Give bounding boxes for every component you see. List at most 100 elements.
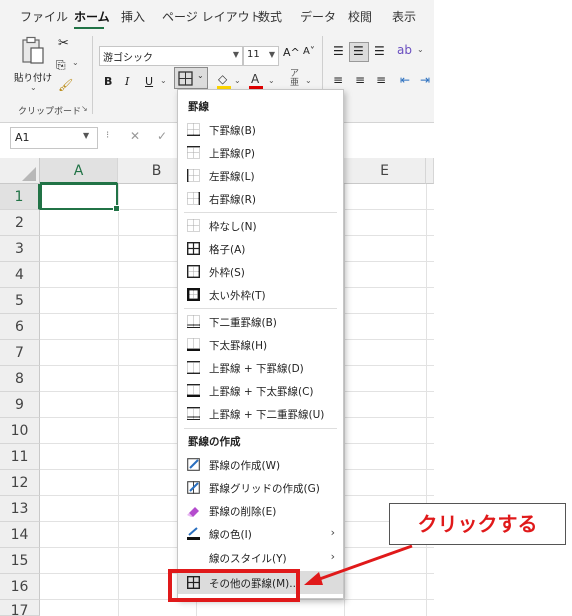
menu-item-left-border[interactable]: 左罫線(L) [178,164,343,187]
paste-dropdown-icon[interactable]: ⌄ [30,83,37,92]
row-header[interactable]: 10 [0,418,40,444]
menu-item-top-double-bottom-border[interactable]: 上罫線 + 下二重罫線(U) [178,402,343,425]
menu-item-outside-borders[interactable]: 外枠(S) [178,260,343,283]
top-bottom-border-icon [187,361,200,374]
menu-item-thick-outside-border[interactable]: 太い外枠(T) [178,283,343,306]
font-name-select[interactable]: 游ゴシック ▼ [99,46,243,66]
row-header[interactable]: 16 [0,574,40,600]
fill-color-icon[interactable]: ◇ [218,72,227,86]
border-top-icon [187,146,200,159]
tab-insert[interactable]: 挿入 [121,8,145,25]
tab-page-layout[interactable]: ページ レイアウト [162,8,262,25]
select-all-corner[interactable] [0,158,40,184]
copy-icon[interactable]: ⎘ [56,58,66,73]
name-box[interactable]: A1 ▼ [10,127,98,149]
decrease-indent-icon[interactable]: ⇤ [400,73,410,87]
confirm-entry-icon[interactable]: ✓ [157,129,167,143]
tab-file[interactable]: ファイル [20,8,68,25]
dialog-launcher-icon[interactable]: ↘ [81,104,88,113]
paste-button[interactable] [20,36,50,70]
tab-data[interactable]: データ [300,8,336,25]
chevron-down-icon: ▼ [232,50,239,59]
phonetic-icon[interactable]: ア亜 [290,70,299,88]
row-header[interactable]: 1 [0,184,40,210]
row-header[interactable]: 17 [0,600,40,616]
row-header[interactable]: 5 [0,288,40,314]
underline-dropdown-icon[interactable]: ⌄ [160,76,167,85]
row-header[interactable]: 14 [0,522,40,548]
column-header-f[interactable] [426,158,434,184]
outside-borders-icon [187,265,200,278]
borders-button[interactable]: ⌄ [174,67,208,89]
italic-button[interactable]: I [125,75,129,88]
row-header[interactable]: 12 [0,470,40,496]
row-header[interactable]: 8 [0,366,40,392]
align-top-icon[interactable]: ☰ [333,44,344,58]
align-right-icon[interactable]: ≡ [376,73,386,87]
menu-item-top-bottom-border[interactable]: 上罫線 + 下罫線(D) [178,356,343,379]
orientation-dropdown-icon[interactable]: ⌄ [417,45,424,54]
tab-formulas[interactable]: 数式 [258,8,282,25]
border-grid-icon [178,71,193,86]
menu-item-bottom-border[interactable]: 下罫線(B) [178,118,343,141]
font-color-dropdown-icon[interactable]: ⌄ [268,76,275,85]
menu-item-label: 罫線の削除(E) [209,506,277,518]
fill-dropdown-icon[interactable]: ⌄ [234,76,241,85]
row-header[interactable]: 6 [0,314,40,340]
bold-button[interactable]: B [104,75,112,88]
top-double-bottom-border-icon [187,407,200,420]
menu-item-label: 線のスタイル(Y) [209,553,287,565]
active-tab-indicator [74,27,104,29]
align-center-icon[interactable]: ≡ [355,73,365,87]
tab-view[interactable]: 表示 [392,8,416,25]
copy-dropdown-icon[interactable]: ⌄ [72,58,79,67]
chevron-down-icon: ▼ [268,50,275,59]
cut-icon[interactable]: ✂ [58,36,69,51]
row-header[interactable]: 11 [0,444,40,470]
menu-item-draw-border-grid[interactable]: 罫線グリッドの作成(G) [178,476,343,499]
row-header[interactable]: 7 [0,340,40,366]
menu-item-draw-border[interactable]: 罫線の作成(W) [178,453,343,476]
row-header[interactable]: 3 [0,236,40,262]
shrink-font-button[interactable]: A˅ [303,46,315,57]
row-header[interactable]: 4 [0,262,40,288]
font-color-icon[interactable]: A [251,72,259,86]
tab-review[interactable]: 校閲 [348,8,372,25]
align-bottom-icon[interactable]: ☰ [374,44,385,58]
paste-label: 貼り付け [14,73,53,84]
menu-item-right-border[interactable]: 右罫線(R) [178,187,343,210]
format-painter-icon[interactable]: 🖌 [58,78,73,92]
increase-indent-icon[interactable]: ⇥ [420,73,430,87]
cancel-entry-icon[interactable]: ✕ [130,129,140,143]
tab-home[interactable]: ホーム [74,8,110,25]
orientation-icon[interactable]: ab [397,43,412,57]
formula-bar-splitter[interactable]: ⁝ [106,130,109,141]
grow-font-button[interactable]: A^ [283,46,300,59]
font-size-select[interactable]: 11 ▼ [243,46,279,66]
underline-button[interactable]: U [145,75,153,88]
menu-item-label: 罫線グリッドの作成(G) [209,483,320,495]
column-header-a[interactable]: A [40,158,118,184]
menu-item-all-borders[interactable]: 格子(A) [178,237,343,260]
border-left-icon [187,169,200,182]
menu-item-top-border[interactable]: 上罫線(P) [178,141,343,164]
menu-item-label: 上罫線 + 下太罫線(C) [209,386,314,398]
row-header[interactable]: 2 [0,210,40,236]
row-header[interactable]: 9 [0,392,40,418]
menu-item-no-border[interactable]: 枠なし(N) [178,214,343,237]
align-left-icon[interactable]: ≡ [333,73,343,87]
all-borders-icon [187,242,200,255]
thick-outside-border-icon [187,288,200,301]
align-middle-button[interactable]: ☰ [349,42,369,62]
menu-item-thick-bottom-border[interactable]: 下太罫線(H) [178,333,343,356]
active-cell-a1[interactable] [40,183,120,212]
row-header[interactable]: 15 [0,548,40,574]
menu-item-erase-border[interactable]: 罫線の削除(E) [178,499,343,522]
fill-handle[interactable] [113,205,120,212]
row-header[interactable]: 13 [0,496,40,522]
menu-item-top-thick-bottom-border[interactable]: 上罫線 + 下太罫線(C) [178,379,343,402]
font-name-value: 游ゴシック [103,53,153,64]
phonetic-dropdown-icon[interactable]: ⌄ [305,76,312,85]
menu-item-double-bottom-border[interactable]: 下二重罫線(B) [178,310,343,333]
column-header-e[interactable]: E [344,158,426,184]
